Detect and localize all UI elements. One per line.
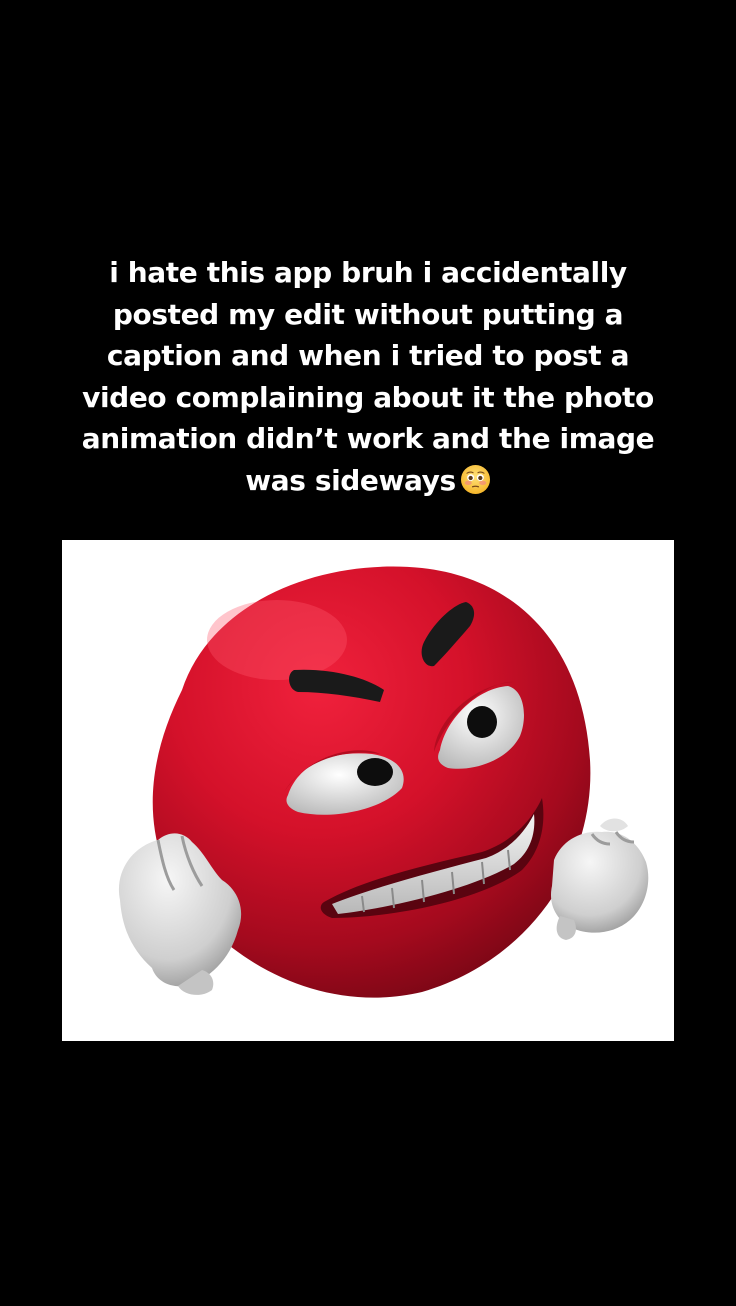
caption-line: posted my edit without putting a [112,297,624,331]
angry-face-illustration [118,566,649,998]
caption-line: animation didn’t work and the image [81,422,655,455]
post-caption: i hate this app bruh i accidentally post… [40,252,696,501]
caption-line: video complaining about it the photo [82,380,654,414]
caption-line-last: was sideways [40,460,696,502]
flushed-face-icon [460,464,490,494]
caption-line: caption and when i tried to post a [106,339,630,372]
caption-line: i hate this app bruh i accidentally [109,256,627,289]
meme-image [62,540,674,1041]
caption-last-text: was sideways [245,463,456,497]
